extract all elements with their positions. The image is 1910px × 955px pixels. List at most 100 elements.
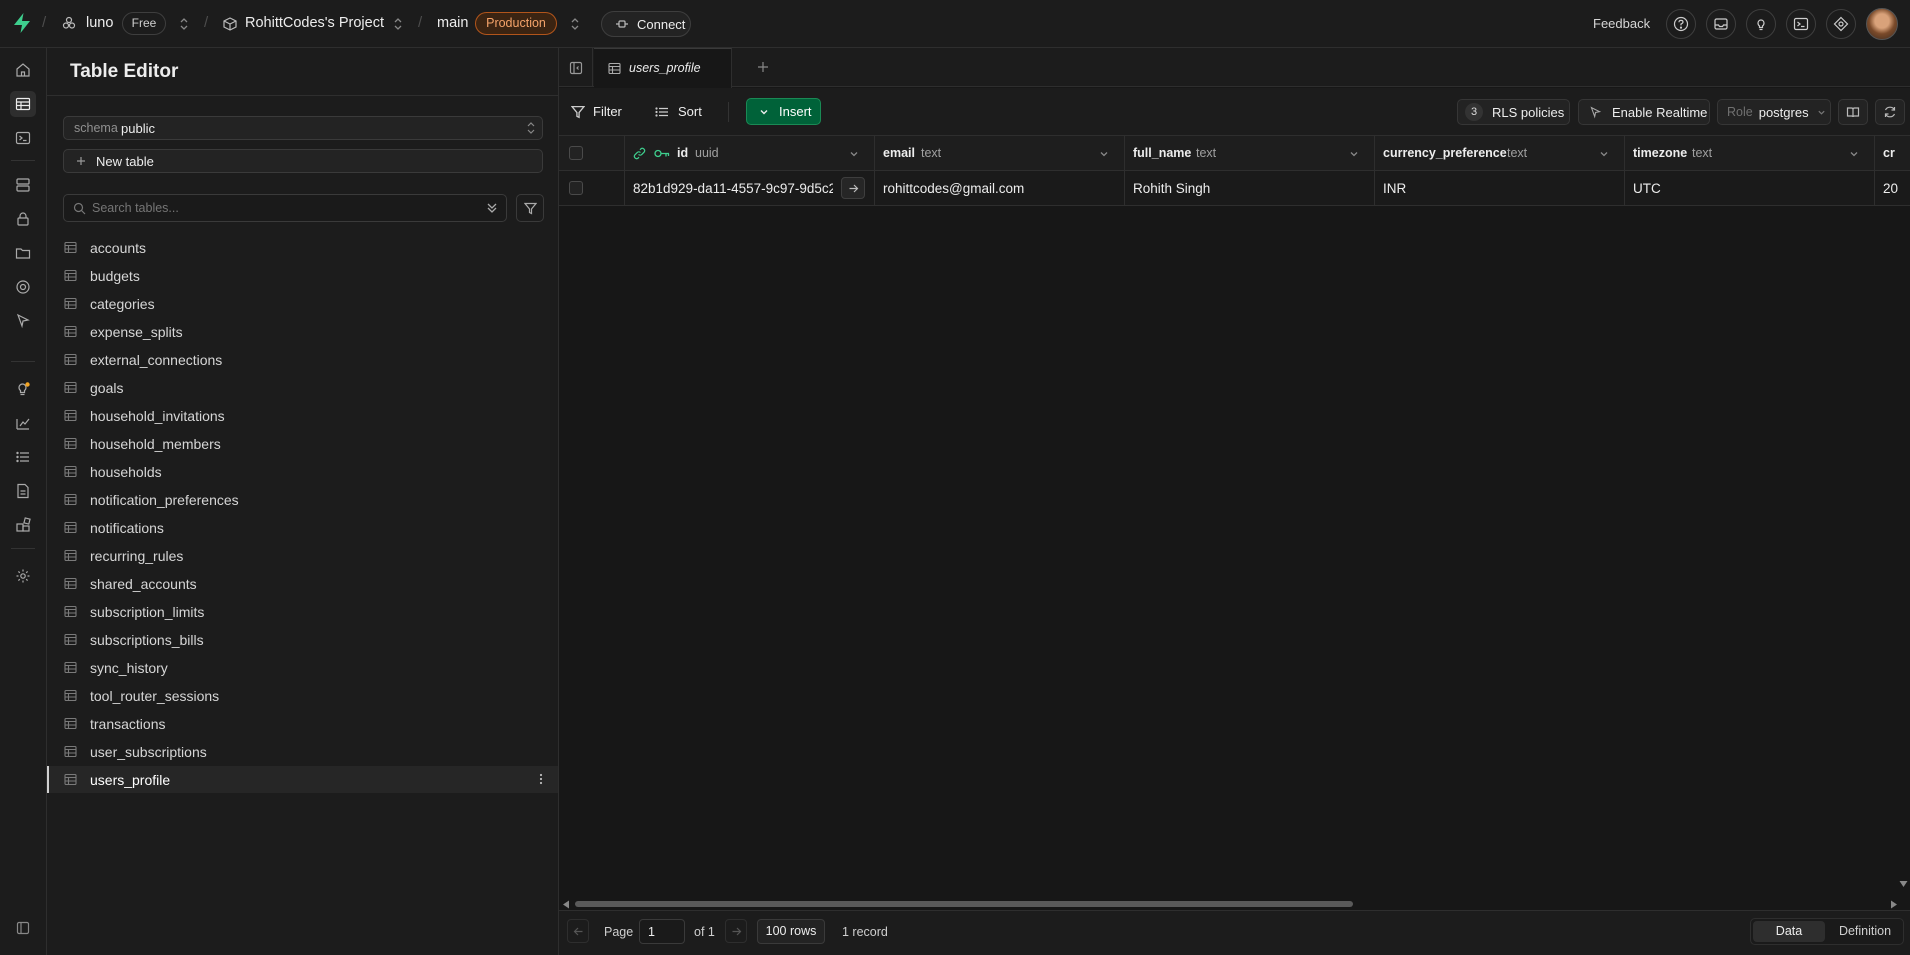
integrations-icon[interactable] — [10, 512, 36, 538]
page-number-input[interactable] — [639, 919, 685, 944]
chevron-down-icon[interactable] — [1599, 149, 1609, 159]
edge-functions-icon[interactable] — [10, 274, 36, 300]
advisors-icon[interactable] — [10, 376, 36, 402]
next-page-button[interactable] — [725, 919, 747, 943]
cell-id[interactable]: 82b1d929-da11-4557-9c97-9d5c2... — [633, 181, 833, 196]
chevron-down-icon[interactable] — [1849, 149, 1859, 159]
sidebar-table-item[interactable]: users_profile — [47, 766, 558, 793]
schema-select[interactable]: schema public — [63, 116, 543, 140]
scroll-left-arrow-icon[interactable] — [562, 900, 570, 909]
filter-button[interactable]: Filter — [571, 98, 622, 125]
reports-icon[interactable] — [10, 410, 36, 436]
sidebar-table-item[interactable]: goals — [47, 374, 558, 401]
user-avatar[interactable] — [1866, 8, 1898, 40]
role-select[interactable]: Role postgres — [1717, 99, 1831, 125]
sidebar-table-item[interactable]: subscriptions_bills — [47, 626, 558, 653]
sidebar-table-item[interactable]: households — [47, 458, 558, 485]
search-tables-input[interactable] — [92, 199, 462, 217]
table-row[interactable]: 82b1d929-da11-4557-9c97-9d5c2... rohittc… — [559, 171, 1910, 206]
view-row-button[interactable] — [841, 177, 865, 199]
new-table-button[interactable]: New table — [63, 149, 543, 173]
cell-timezone[interactable]: UTC — [1633, 181, 1661, 196]
refresh-button[interactable] — [1875, 99, 1905, 125]
chevron-down-icon[interactable] — [1349, 149, 1359, 159]
chevron-down-icon[interactable] — [1099, 149, 1109, 159]
api-docs-button[interactable] — [1838, 99, 1868, 125]
auth-lock-icon[interactable] — [10, 206, 36, 232]
cell-full-name[interactable]: Rohith Singh — [1133, 181, 1210, 196]
sidebar-table-item[interactable]: household_invitations — [47, 402, 558, 429]
feedback-button[interactable]: Feedback — [1593, 16, 1650, 31]
chevron-down-icon[interactable] — [849, 149, 859, 159]
sidebar-toggle-icon[interactable] — [10, 915, 36, 941]
chevron-updown-icon[interactable] — [179, 16, 189, 32]
scrollbar-thumb[interactable] — [575, 901, 1353, 907]
api-docs-icon[interactable] — [10, 478, 36, 504]
sidebar-table-item[interactable]: subscription_limits — [47, 598, 558, 625]
horizontal-scrollbar[interactable] — [559, 898, 1910, 910]
tab-users-profile[interactable]: users_profile — [594, 48, 732, 88]
sidebar-table-item[interactable]: categories — [47, 290, 558, 317]
cell-email[interactable]: rohittcodes@gmail.com — [883, 181, 1024, 196]
sidebar-table-item[interactable]: expense_splits — [47, 318, 558, 345]
help-button[interactable] — [1666, 9, 1696, 39]
scroll-down-arrow-icon[interactable] — [1899, 880, 1908, 888]
branch-name[interactable]: main — [437, 15, 468, 31]
insert-button[interactable]: Insert — [746, 98, 821, 125]
chevron-updown-icon[interactable] — [393, 16, 403, 32]
rls-policies-button[interactable]: 3 RLS policies — [1457, 99, 1570, 125]
breadcrumb-separator: / — [42, 14, 47, 31]
sidebar-table-item[interactable]: external_connections — [47, 346, 558, 373]
more-vertical-icon[interactable] — [539, 772, 543, 786]
prev-page-button[interactable] — [567, 919, 589, 943]
enable-realtime-button[interactable]: Enable Realtime — [1578, 99, 1710, 125]
select-all-checkbox[interactable] — [569, 146, 583, 160]
sort-button[interactable]: Sort — [655, 98, 702, 125]
cell-cr[interactable]: 20 — [1883, 181, 1910, 196]
panel-toggle-button[interactable] — [559, 48, 593, 87]
sidebar-table-item[interactable]: budgets — [47, 262, 558, 289]
sql-terminal-button[interactable] — [1786, 9, 1816, 39]
data-view-tab[interactable]: Data — [1753, 921, 1825, 942]
database-icon[interactable] — [10, 172, 36, 198]
chevrons-down-icon[interactable] — [486, 201, 498, 215]
column-type: text — [1692, 146, 1713, 160]
connect-button[interactable]: Connect — [601, 11, 691, 37]
sidebar-table-item[interactable]: shared_accounts — [47, 570, 558, 597]
sql-editor-icon[interactable] — [10, 125, 36, 151]
row-select-checkbox[interactable] — [569, 181, 583, 195]
column-divider — [1374, 136, 1375, 171]
scroll-right-arrow-icon[interactable] — [1890, 900, 1898, 909]
new-tab-plus-icon[interactable] — [756, 60, 770, 74]
column-type: text — [1507, 146, 1528, 160]
sidebar-table-item[interactable]: tool_router_sessions — [47, 682, 558, 709]
org-name[interactable]: luno — [86, 15, 113, 31]
rows-per-page-select[interactable]: 100 rows — [757, 919, 825, 944]
project-name[interactable]: RohittCodes's Project — [245, 15, 384, 31]
settings-gear-icon[interactable] — [10, 563, 36, 589]
sidebar-table-item[interactable]: notification_preferences — [47, 486, 558, 513]
logs-list-icon[interactable] — [10, 444, 36, 470]
realtime-icon[interactable] — [10, 308, 36, 334]
home-icon[interactable] — [10, 57, 36, 83]
storage-icon[interactable] — [10, 240, 36, 266]
cell-currency-preference[interactable]: INR — [1383, 181, 1406, 196]
sidebar-table-item[interactable]: transactions — [47, 710, 558, 737]
inbox-button[interactable] — [1706, 9, 1736, 39]
ai-assistant-button[interactable] — [1826, 9, 1856, 39]
sidebar-table-label: subscription_limits — [90, 604, 205, 620]
supabase-logo-icon[interactable] — [12, 12, 32, 34]
main-panel: users_profile Filter Sort Insert 3 RLS p… — [559, 48, 1910, 955]
sidebar-table-item[interactable]: user_subscriptions — [47, 738, 558, 765]
advisor-button[interactable] — [1746, 9, 1776, 39]
sidebar-table-item[interactable]: notifications — [47, 514, 558, 541]
sidebar-table-item[interactable]: accounts — [47, 234, 558, 261]
plus-icon — [75, 154, 87, 168]
chevron-updown-icon[interactable] — [570, 16, 580, 32]
sidebar-table-item[interactable]: recurring_rules — [47, 542, 558, 569]
table-editor-icon[interactable] — [10, 91, 36, 117]
sidebar-table-item[interactable]: household_members — [47, 430, 558, 457]
filter-tables-button[interactable] — [516, 194, 544, 222]
definition-view-tab[interactable]: Definition — [1829, 921, 1901, 942]
sidebar-table-item[interactable]: sync_history — [47, 654, 558, 681]
